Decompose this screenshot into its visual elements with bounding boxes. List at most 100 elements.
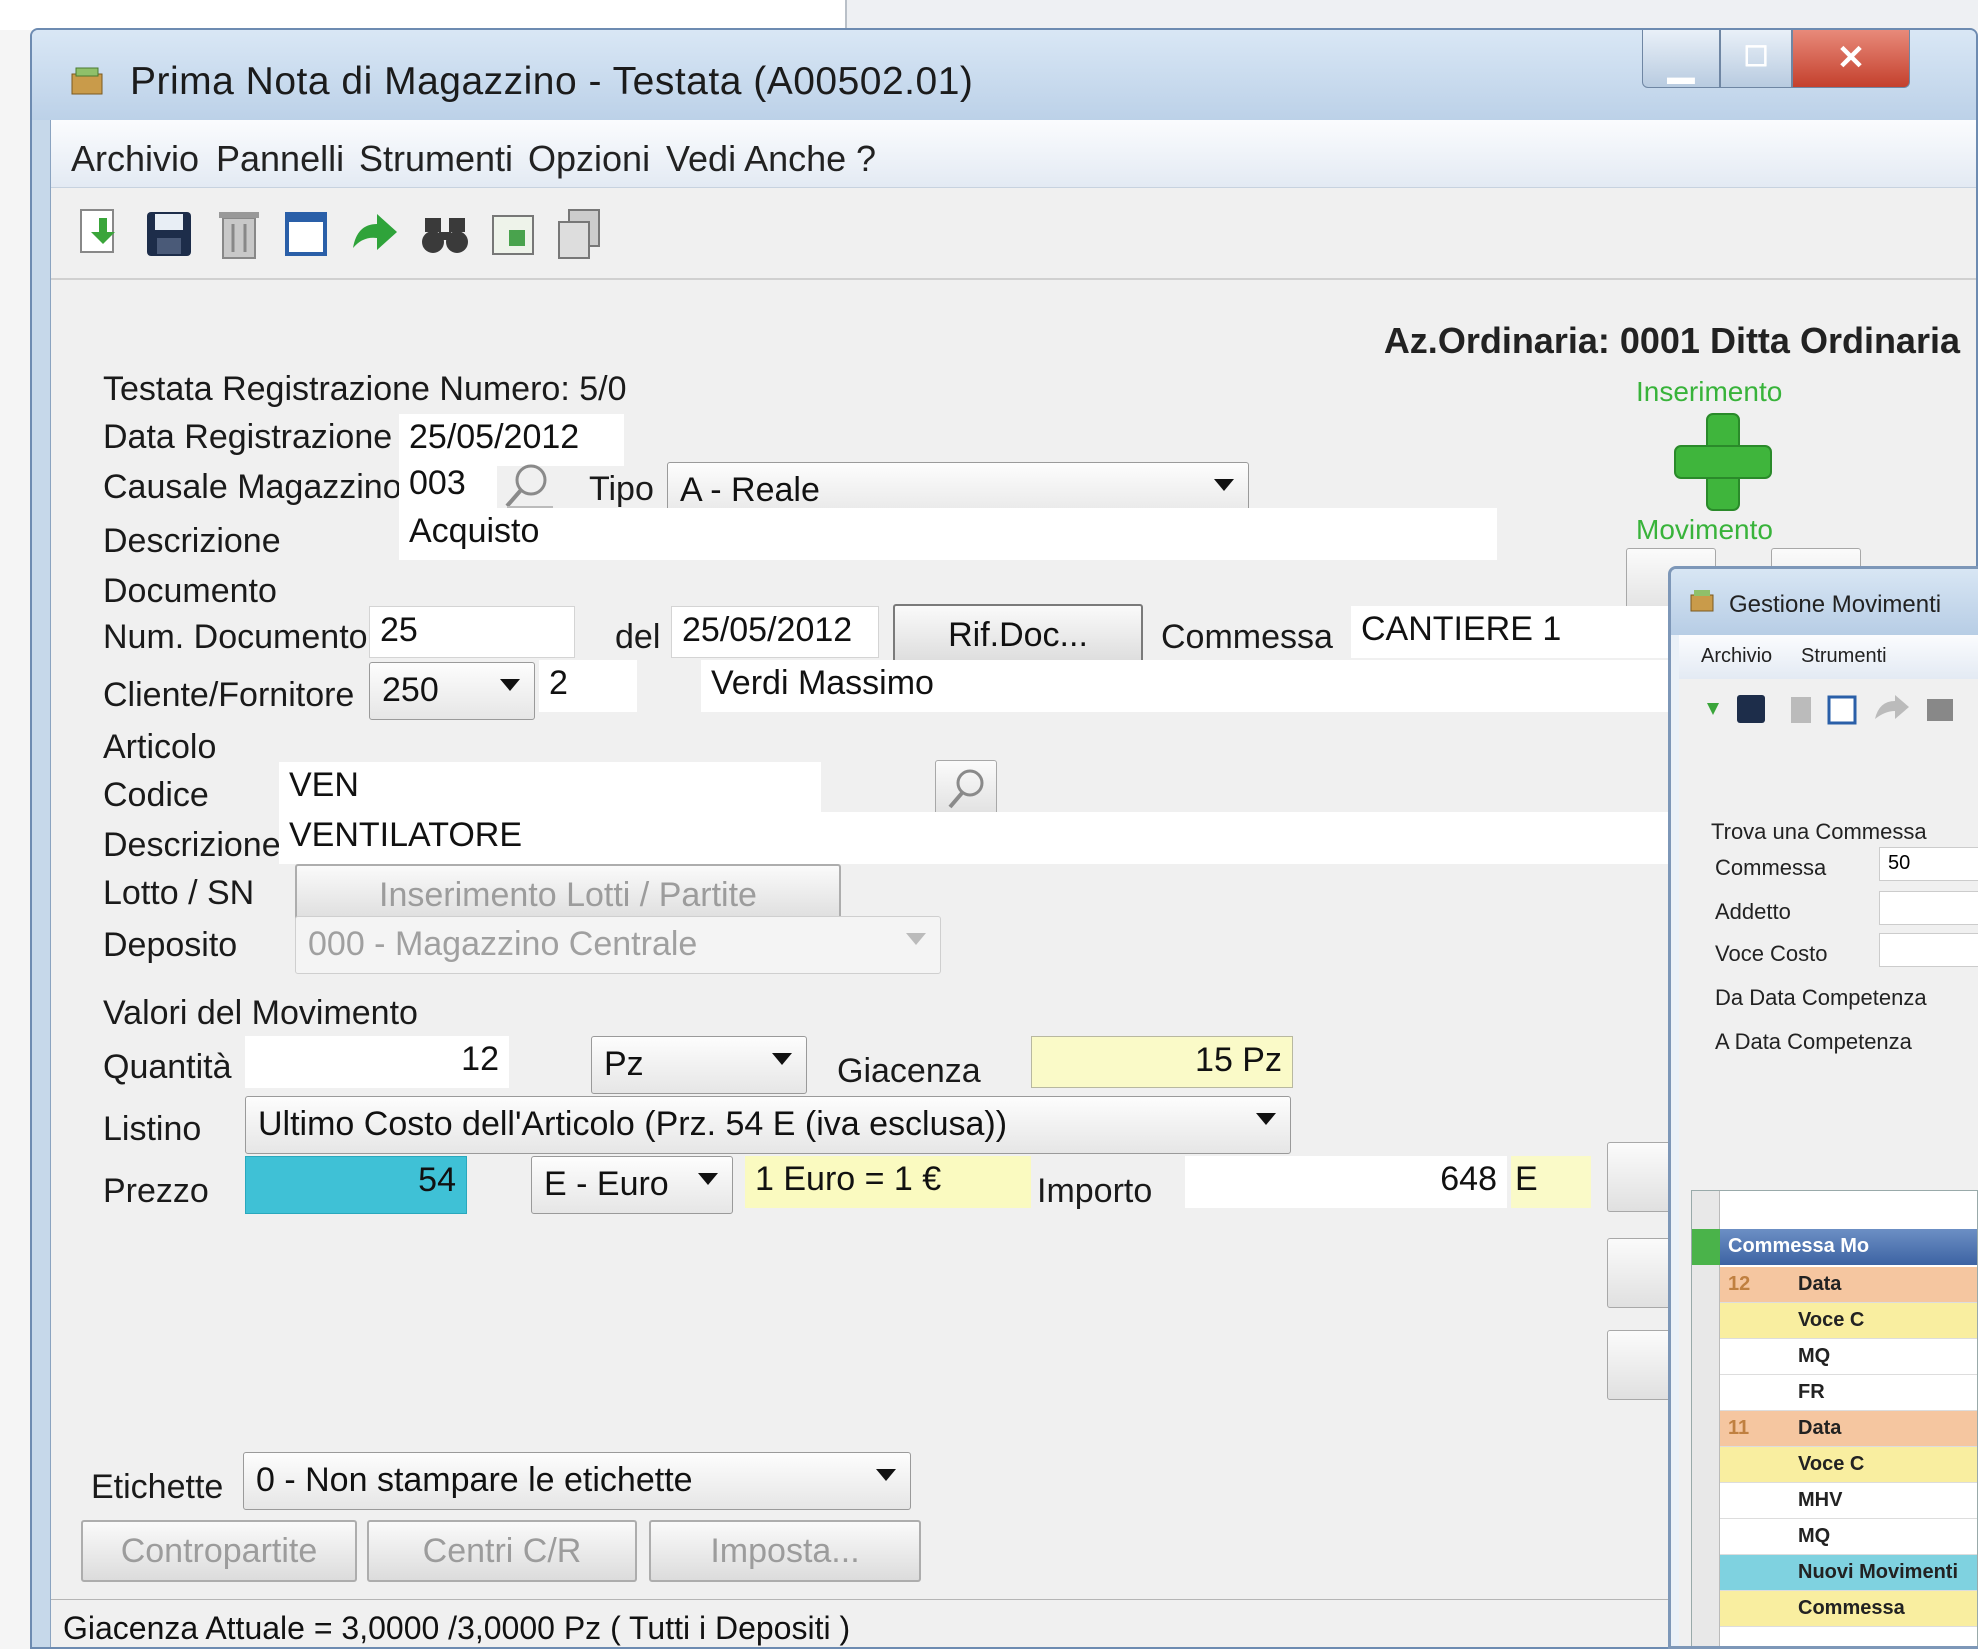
listino-select[interactable]: Ultimo Costo dell'Articolo (Prz. 54 E (i…: [245, 1096, 1291, 1154]
title-bar[interactable]: Prima Nota di Magazzino - Testata (A0050…: [32, 30, 1976, 120]
codice-search-button[interactable]: [935, 760, 997, 818]
imposta-button[interactable]: Imposta...: [649, 1520, 921, 1582]
side-button-3[interactable]: [1607, 1142, 1677, 1212]
centri-cr-button[interactable]: Centri C/R: [367, 1520, 637, 1582]
unita-misura-select[interactable]: Pz: [591, 1036, 807, 1094]
menu-vedi-anche[interactable]: Vedi Anche: [666, 138, 846, 180]
secondary-menu-bar: Archivio Strumenti: [1679, 635, 1978, 679]
etichette-label: Etichette: [91, 1468, 224, 1506]
importo-label: Importo: [1037, 1172, 1153, 1210]
copy-icon[interactable]: [551, 204, 607, 264]
cliente-sub-field[interactable]: 2: [539, 660, 637, 712]
documento-section-label: Documento: [103, 572, 277, 610]
background-window-top: [0, 0, 845, 30]
listino-label: Listino: [103, 1110, 202, 1148]
descrizione-field[interactable]: Acquisto: [399, 508, 1497, 560]
grid-data-row[interactable]: FR: [1720, 1375, 1977, 1411]
grid-data-row[interactable]: MHV: [1720, 1483, 1977, 1519]
new-icon[interactable]: [71, 204, 127, 264]
cliente-fornitore-label: Cliente/Fornitore: [103, 676, 355, 714]
add-movement-icon[interactable]: [1669, 412, 1777, 512]
grid-header[interactable]: Commessa Mo: [1720, 1229, 1977, 1265]
inserimento-label: Inserimento: [1636, 376, 1783, 407]
deposito-select[interactable]: 000 - Magazzino Centrale: [295, 916, 941, 974]
app-icon: [71, 67, 103, 95]
secondary-title-bar[interactable]: Gestione Movimenti: [1671, 569, 1978, 635]
document-icon[interactable]: [485, 204, 541, 264]
minimize-button[interactable]: ▁: [1642, 30, 1720, 88]
data-registrazione-label: Data Registrazione: [103, 418, 393, 456]
secondary-client: Archivio Strumenti Trova una Commessa Co…: [1679, 635, 1978, 1646]
menu-strumenti[interactable]: Strumenti: [359, 138, 513, 180]
cliente-code-select[interactable]: 250: [369, 662, 535, 720]
search-binoculars-icon[interactable]: [417, 204, 473, 264]
window-icon[interactable]: [279, 204, 335, 264]
grid-data-row[interactable]: Voce C: [1720, 1447, 1977, 1483]
quantita-label: Quantità: [103, 1048, 232, 1086]
secondary-menu-archivio[interactable]: Archivio: [1701, 645, 1772, 668]
tipo-label: Tipo: [589, 470, 654, 508]
grid-row-text: Voce C: [1798, 1453, 1865, 1475]
num-documento-field[interactable]: 25: [369, 606, 575, 658]
save-icon[interactable]: [141, 204, 197, 264]
delete-icon[interactable]: [211, 204, 267, 264]
forward-icon[interactable]: [347, 204, 403, 264]
grid-row-text: Commessa: [1798, 1597, 1905, 1619]
grid-row-text: Data: [1798, 1273, 1842, 1295]
grid-row-number: 11: [1728, 1417, 1750, 1439]
secondary-toolbar[interactable]: [1699, 689, 1978, 729]
descrizione-articolo-field[interactable]: VENTILATORE: [279, 812, 1721, 864]
quantita-field[interactable]: 12: [245, 1036, 509, 1088]
menu-help[interactable]: ?: [856, 138, 876, 180]
menu-opzioni[interactable]: Opzioni: [528, 138, 650, 180]
magnifier-icon: [505, 464, 553, 509]
grid-data-row[interactable]: MQ: [1720, 1339, 1977, 1375]
side-button-4[interactable]: [1607, 1238, 1677, 1308]
w2-commessa-field[interactable]: 50: [1879, 847, 1978, 881]
side-button-5[interactable]: [1607, 1330, 1677, 1400]
contropartite-button[interactable]: Contropartite: [81, 1520, 357, 1582]
w2-addetto-label: Addetto: [1715, 899, 1791, 924]
prezzo-field[interactable]: 54: [245, 1156, 467, 1214]
rif-doc-button[interactable]: Rif.Doc...: [893, 604, 1143, 666]
toolbar: [51, 188, 1976, 280]
w2-da-label: Da Data Competenza: [1715, 985, 1927, 1010]
deposito-label: Deposito: [103, 926, 238, 964]
commessa-field[interactable]: CANTIERE 1: [1351, 606, 1721, 658]
grid-row-text: MHV: [1798, 1489, 1843, 1511]
grid-row-text: FR: [1798, 1381, 1825, 1403]
descrizione-label: Descrizione: [103, 522, 281, 560]
w2-voce-field[interactable]: [1879, 933, 1978, 967]
background-window-top-right: [845, 0, 1978, 30]
importo-field[interactable]: 648: [1185, 1156, 1507, 1208]
cliente-name-field[interactable]: Verdi Massimo: [701, 660, 1721, 712]
grid-data-row[interactable]: MQ: [1720, 1519, 1977, 1555]
causale-field[interactable]: 003: [399, 460, 497, 512]
importo-currency: E: [1511, 1156, 1591, 1208]
valuta-select[interactable]: E - Euro: [531, 1156, 733, 1214]
grid-data-row[interactable]: Nuovi Movimenti: [1720, 1555, 1977, 1591]
data-documento-field[interactable]: 25/05/2012: [671, 606, 879, 658]
grid-data-row[interactable]: Commessa: [1720, 1591, 1977, 1627]
close-button[interactable]: ✕: [1792, 30, 1910, 88]
window-title: Prima Nota di Magazzino - Testata (A0050…: [130, 60, 974, 103]
secondary-menu-strumenti[interactable]: Strumenti: [1801, 645, 1887, 668]
valori-section-label: Valori del Movimento: [103, 994, 418, 1032]
w2-addetto-field[interactable]: [1879, 891, 1978, 925]
causale-search-button[interactable]: [501, 458, 559, 514]
grid-data-row[interactable]: Voce C: [1720, 1303, 1977, 1339]
grid-data-row[interactable]: 12 Data: [1720, 1267, 1977, 1303]
menu-archivio[interactable]: Archivio: [71, 138, 199, 180]
articolo-section-label: Articolo: [103, 728, 217, 766]
giacenza-label: Giacenza: [837, 1052, 981, 1090]
commessa-label: Commessa: [1161, 618, 1333, 656]
etichette-select[interactable]: 0 - Non stampare le etichette: [243, 1452, 911, 1510]
grid-row-text: MQ: [1798, 1525, 1831, 1547]
menu-pannelli[interactable]: Pannelli: [216, 138, 344, 180]
grid-data-row[interactable]: 11 Data: [1720, 1411, 1977, 1447]
grid-row-text: MQ: [1798, 1345, 1831, 1367]
grid-row-text: Data: [1798, 1417, 1842, 1439]
maximize-button[interactable]: ☐: [1720, 30, 1792, 88]
codice-field[interactable]: VEN: [279, 762, 821, 814]
movimento-label: Movimento: [1636, 514, 1773, 545]
